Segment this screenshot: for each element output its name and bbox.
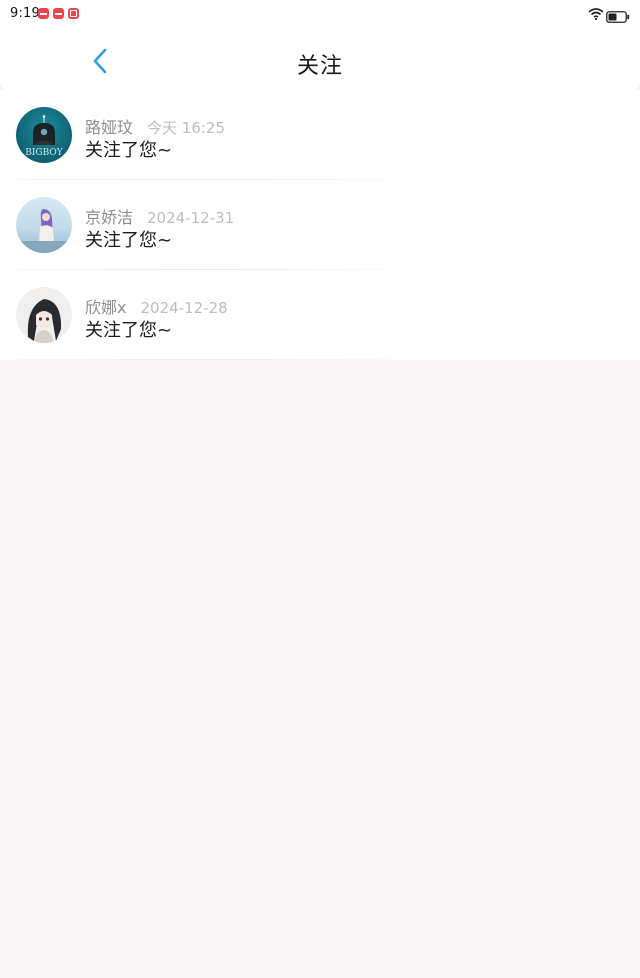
user-name-text: 欣娜x [85,298,127,317]
status-bar: 9:19 [0,0,640,28]
page-title: 关注 [296,54,343,79]
user-name: 欣娜x 2024-12-28 [85,294,228,318]
battery-icon [606,8,630,27]
user-name: 路娅玟 今天 16:25 [85,114,225,138]
wifi-icon [588,6,604,25]
avatar [16,197,72,253]
svg-text:BIGBOY: BIGBOY [25,148,64,158]
app-notification-icon [38,8,49,19]
list-item[interactable]: 欣娜x 2024-12-28 关注了您~ [0,270,640,360]
item-message: 关注了您~ [85,320,173,341]
user-name: 京娇洁 2024-12-31 [85,204,234,228]
item-message: 关注了您~ [85,140,173,161]
list-item[interactable]: BIGBOY 路娅玟 今天 16:25 关注了您~ [0,90,640,180]
item-timestamp: 今天 16:25 [147,119,226,137]
divider [16,359,440,360]
navigation-header: 关注 [0,28,640,91]
item-timestamp: 2024-12-28 [140,299,228,317]
user-name-text: 京娇洁 [85,208,134,227]
follow-list: BIGBOY 路娅玟 今天 16:25 关注了您~ 京娇洁 2024-12-31… [0,90,640,360]
item-timestamp: 2024-12-31 [147,209,235,227]
status-time: 9:19 [10,6,40,21]
item-message: 关注了您~ [85,230,173,251]
app-notification-icon [53,8,64,19]
avatar: BIGBOY [16,107,72,163]
list-item[interactable]: 京娇洁 2024-12-31 关注了您~ [0,180,640,270]
avatar [16,287,72,343]
tv-notification-icon [68,8,79,19]
user-name-text: 路娅玟 [85,118,134,137]
